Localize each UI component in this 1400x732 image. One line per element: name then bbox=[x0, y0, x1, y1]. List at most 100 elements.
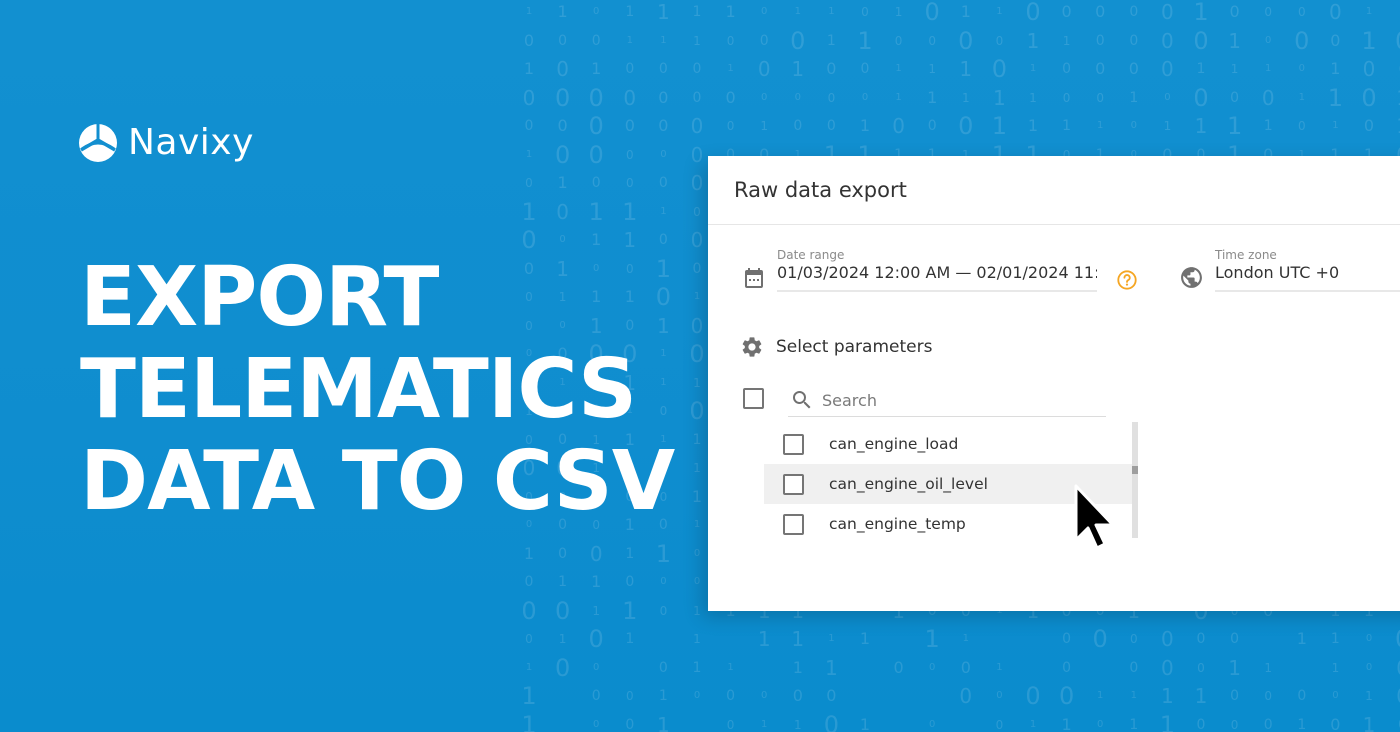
time-zone-select[interactable]: London UTC +0 bbox=[1215, 263, 1400, 292]
parameter-list-scrollbar[interactable] bbox=[1132, 422, 1138, 538]
binary-digit: 0 bbox=[1265, 34, 1272, 46]
binary-digit: 0 bbox=[726, 119, 735, 133]
binary-digit: 1 bbox=[727, 63, 734, 74]
binary-digit: 1 bbox=[1330, 631, 1340, 647]
select-all-checkbox[interactable] bbox=[743, 388, 764, 409]
parameter-checkbox[interactable] bbox=[783, 473, 804, 495]
binary-digit: 1 bbox=[1264, 660, 1273, 675]
binary-digit: 0 bbox=[588, 140, 604, 169]
binary-digit: 0 bbox=[658, 61, 668, 77]
date-range-input[interactable]: 01/03/2024 12:00 AM — 02/01/2024 11:59 P… bbox=[777, 263, 1097, 292]
headline-line: TELEMATICS bbox=[80, 342, 637, 437]
binary-digit: 0 bbox=[1263, 716, 1273, 732]
binary-digit: 0 bbox=[927, 118, 937, 134]
binary-digit: 1 bbox=[1196, 61, 1206, 77]
binary-digit: 0 bbox=[1396, 658, 1400, 678]
binary-digit: 0 bbox=[1129, 4, 1139, 20]
binary-digit: 0 bbox=[1365, 661, 1373, 673]
scrollbar-thumb[interactable] bbox=[1132, 466, 1138, 474]
binary-digit: 1 bbox=[895, 63, 902, 74]
binary-digit: 1 bbox=[828, 6, 835, 17]
binary-digit: 0 bbox=[1161, 655, 1174, 680]
binary-digit: 1 bbox=[625, 4, 635, 20]
binary-digit: 1 bbox=[1298, 91, 1305, 103]
binary-digit: 0 bbox=[761, 6, 768, 17]
binary-digit: 0 bbox=[1025, 682, 1041, 710]
binary-digit: 1 bbox=[996, 661, 1003, 673]
binary-digit: 0 bbox=[659, 603, 668, 618]
binary-digit: 1 bbox=[1194, 114, 1208, 138]
search-input[interactable] bbox=[820, 389, 1084, 411]
binary-digit: 0 bbox=[861, 91, 869, 103]
binary-digit: 0 bbox=[660, 148, 667, 160]
binary-digit: 0 bbox=[929, 661, 936, 673]
binary-digit: 0 bbox=[826, 118, 836, 134]
binary-digit: 1 bbox=[660, 205, 667, 217]
binary-digit: 1 bbox=[1163, 119, 1172, 133]
binary-digit: 0 bbox=[995, 717, 1004, 732]
binary-digit: 0 bbox=[1092, 625, 1108, 653]
binary-digit: 0 bbox=[525, 176, 533, 190]
parameter-item[interactable]: can_engine_temp bbox=[764, 504, 1136, 544]
binary-digit: 0 bbox=[958, 112, 974, 140]
binary-digit: 0 bbox=[692, 89, 702, 106]
binary-digit: 0 bbox=[689, 397, 705, 425]
parameter-item[interactable]: can_engine_load bbox=[764, 424, 1136, 464]
binary-digit: 0 bbox=[658, 659, 668, 676]
binary-digit: 0 bbox=[658, 87, 669, 107]
binary-digit: 0 bbox=[593, 661, 600, 673]
binary-digit: 0 bbox=[690, 171, 704, 195]
binary-digit: 0 bbox=[1061, 2, 1072, 21]
globe-icon bbox=[1181, 267, 1202, 288]
binary-digit: 1 bbox=[557, 173, 568, 192]
binary-digit: 1 bbox=[655, 539, 672, 568]
parameter-search[interactable] bbox=[788, 384, 1106, 417]
binary-digit: 1 bbox=[1226, 112, 1243, 140]
binary-digit: 0 bbox=[625, 61, 635, 77]
binary-digit: 0 bbox=[790, 26, 806, 55]
help-circle-icon[interactable] bbox=[1116, 269, 1138, 291]
navixy-logo-icon bbox=[79, 123, 117, 162]
binary-digit: 1 bbox=[1332, 120, 1339, 131]
binary-digit: 0 bbox=[625, 716, 635, 732]
binary-digit: 0 bbox=[861, 5, 869, 19]
binary-digit: 1 bbox=[1230, 62, 1239, 76]
binary-digit: 1 bbox=[591, 59, 602, 78]
binary-digit: 0 bbox=[1361, 83, 1377, 112]
binary-digit: 0 bbox=[1332, 690, 1339, 701]
binary-digit: 1 bbox=[693, 632, 701, 646]
binary-digit: 0 bbox=[1193, 26, 1209, 55]
binary-digit: 1 bbox=[894, 5, 903, 19]
binary-digit: 1 bbox=[1061, 714, 1072, 732]
binary-digit: 1 bbox=[1027, 116, 1039, 135]
binary-digit: 1 bbox=[693, 33, 701, 48]
binary-digit: 1 bbox=[1228, 28, 1241, 53]
binary-digit: 1 bbox=[1026, 28, 1040, 53]
brand-name: Navixy bbox=[128, 122, 254, 163]
binary-digit: 1 bbox=[757, 627, 771, 651]
parameter-checkbox[interactable] bbox=[783, 513, 804, 535]
binary-digit: 0 bbox=[924, 0, 940, 26]
binary-digit: 1 bbox=[521, 197, 537, 226]
binary-digit: 0 bbox=[1363, 116, 1375, 135]
binary-digit: 0 bbox=[558, 32, 568, 49]
binary-digit: 0 bbox=[524, 118, 534, 134]
parameter-name: can_engine_load bbox=[829, 435, 959, 453]
parameter-checkbox[interactable] bbox=[783, 433, 804, 455]
binary-digit: 1 bbox=[1062, 118, 1072, 134]
binary-digit: 1 bbox=[1129, 716, 1139, 732]
calendar-icon[interactable] bbox=[742, 266, 766, 290]
binary-digit: 0 bbox=[1130, 120, 1137, 131]
binary-digit: 1 bbox=[1331, 660, 1340, 675]
binary-digit: 0 bbox=[623, 85, 637, 110]
binary-digit: 0 bbox=[995, 33, 1004, 48]
binary-digit: 0 bbox=[1395, 627, 1400, 651]
binary-digit: 1 bbox=[660, 34, 667, 46]
parameter-item[interactable]: can_engine_oil_level bbox=[764, 464, 1136, 504]
binary-digit: 0 bbox=[1329, 0, 1342, 24]
binary-digit: 0 bbox=[1161, 627, 1174, 651]
binary-digit: 1 bbox=[1365, 6, 1373, 17]
binary-digit: 0 bbox=[1298, 63, 1305, 74]
binary-digit: 0 bbox=[894, 33, 903, 48]
binary-digit: 0 bbox=[557, 116, 568, 135]
